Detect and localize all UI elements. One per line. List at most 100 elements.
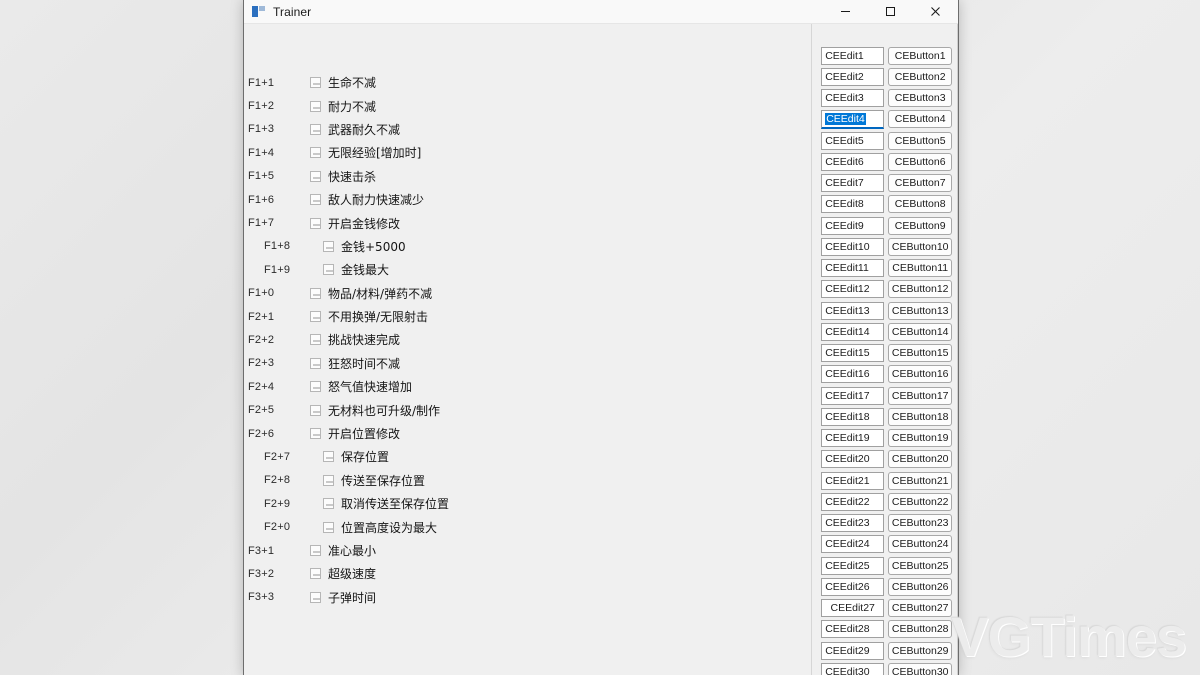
ce-edit-field[interactable]: CEEdit25 — [821, 556, 885, 575]
cheat-checkbox[interactable] — [310, 334, 321, 346]
cheat-row[interactable]: F2+1 不用换弹/无限射击 — [244, 305, 811, 328]
ce-edit-field[interactable]: CEEdit27 — [821, 599, 885, 618]
cheat-row[interactable]: F1+2 耐力不减 — [244, 94, 811, 117]
cheat-checkbox[interactable] — [310, 170, 321, 182]
cheat-row[interactable]: F2+2 挑战快速完成 — [244, 328, 811, 351]
cheat-row[interactable]: F2+4 怒气值快速增加 — [244, 375, 811, 398]
ce-button[interactable]: CEButton11 — [888, 259, 953, 278]
ce-edit-field[interactable]: CEEdit18 — [821, 407, 885, 426]
cheat-row[interactable]: F1+4 无限经验[增加时] — [244, 141, 811, 164]
ce-edit-field[interactable]: CEEdit12 — [821, 280, 885, 299]
cheat-checkbox[interactable] — [323, 451, 334, 463]
cheat-checkbox[interactable] — [310, 123, 321, 135]
cheat-row[interactable]: F1+0 物品/材料/弹药不减 — [244, 282, 811, 305]
minimize-button[interactable] — [823, 0, 868, 24]
cheat-checkbox[interactable] — [310, 357, 321, 369]
cheat-checkbox[interactable] — [310, 428, 321, 440]
ce-edit-field[interactable]: CEEdit8 — [821, 195, 885, 214]
ce-button[interactable]: CEButton19 — [888, 429, 953, 448]
cheat-row[interactable]: F2+7 保存位置 — [244, 445, 811, 468]
cheat-checkbox[interactable] — [310, 404, 321, 416]
ce-edit-field[interactable]: CEEdit19 — [821, 429, 885, 448]
ce-button[interactable]: CEButton6 — [888, 152, 953, 171]
ce-button[interactable]: CEButton20 — [888, 450, 953, 469]
ce-button[interactable]: CEButton12 — [888, 280, 953, 299]
ce-edit-field[interactable]: CEEdit29 — [821, 641, 885, 660]
cheat-checkbox[interactable] — [310, 381, 321, 393]
ce-button[interactable]: CEButton21 — [888, 471, 953, 490]
ce-button[interactable]: CEButton7 — [888, 174, 953, 193]
ce-button[interactable]: CEButton8 — [888, 195, 953, 214]
ce-button[interactable]: CEButton24 — [888, 535, 953, 554]
ce-button[interactable]: CEButton15 — [888, 344, 953, 363]
ce-edit-field[interactable]: CEEdit4 — [821, 109, 885, 129]
ce-edit-field[interactable]: CEEdit7 — [821, 174, 885, 193]
maximize-button[interactable] — [868, 0, 913, 24]
cheat-row[interactable]: F1+9 金钱最大 — [244, 258, 811, 281]
cheat-row[interactable]: F3+2 超级速度 — [244, 562, 811, 585]
cheat-checkbox[interactable] — [310, 147, 321, 159]
ce-button[interactable]: CEButton25 — [888, 556, 953, 575]
cheat-checkbox[interactable] — [310, 545, 321, 556]
cheat-checkbox[interactable] — [323, 474, 334, 486]
cheat-row[interactable]: F1+3 武器耐久不减 — [244, 118, 811, 141]
ce-edit-field[interactable]: CEEdit30 — [821, 662, 885, 675]
cheat-checkbox[interactable] — [310, 194, 321, 206]
ce-edit-field[interactable]: CEEdit20 — [821, 450, 885, 469]
cheat-checkbox[interactable] — [310, 591, 321, 603]
ce-edit-field[interactable]: CEEdit22 — [821, 492, 885, 511]
ce-button[interactable]: CEButton1 — [888, 46, 953, 65]
cheat-row[interactable]: F1+6 敌人耐力快速减少 — [244, 188, 811, 211]
cheat-row[interactable]: F3+1 准心最小 — [244, 539, 811, 562]
ce-edit-field[interactable]: CEEdit5 — [821, 131, 885, 150]
ce-edit-field[interactable]: CEEdit3 — [821, 89, 885, 108]
ce-button[interactable]: CEButton13 — [888, 301, 953, 320]
window-titlebar[interactable]: Trainer — [244, 0, 958, 24]
cheat-row[interactable]: F3+3 子弹时间 — [244, 586, 811, 609]
ce-button[interactable]: CEButton30 — [888, 662, 953, 675]
cheat-checkbox[interactable] — [323, 521, 334, 533]
ce-button[interactable]: CEButton28 — [888, 620, 953, 639]
ce-edit-field[interactable]: CEEdit2 — [821, 67, 885, 86]
ce-button[interactable]: CEButton17 — [888, 386, 953, 405]
ce-button[interactable]: CEButton26 — [888, 577, 953, 596]
cheat-checkbox[interactable] — [310, 568, 321, 580]
ce-button[interactable]: CEButton29 — [888, 641, 953, 660]
cheat-row[interactable]: F1+8 金钱+5000 — [244, 235, 811, 258]
ce-edit-field[interactable]: CEEdit24 — [821, 535, 885, 554]
cheat-checkbox[interactable] — [323, 240, 334, 252]
ce-button[interactable]: CEButton10 — [888, 237, 953, 256]
ce-edit-field[interactable]: CEEdit10 — [821, 237, 885, 256]
ce-edit-field[interactable]: CEEdit15 — [821, 344, 885, 363]
ce-button[interactable]: CEButton4 — [888, 110, 953, 129]
ce-edit-field[interactable]: CEEdit14 — [821, 322, 885, 341]
ce-button[interactable]: CEButton22 — [888, 492, 953, 511]
cheat-row[interactable]: F1+1 生命不减 — [244, 71, 811, 94]
cheat-checkbox[interactable] — [310, 311, 321, 323]
cheat-checkbox[interactable] — [323, 264, 334, 276]
cheat-checkbox[interactable] — [310, 100, 321, 112]
ce-edit-field[interactable]: CEEdit13 — [821, 301, 885, 320]
ce-edit-field[interactable]: CEEdit11 — [821, 259, 885, 278]
cheat-row[interactable]: F2+6 开启位置修改 — [244, 422, 811, 445]
cheat-row[interactable]: F2+8 传送至保存位置 — [244, 469, 811, 492]
cheat-checkbox[interactable] — [310, 77, 321, 89]
ce-edit-field[interactable]: CEEdit6 — [821, 152, 885, 171]
ce-button[interactable]: CEButton27 — [888, 599, 953, 618]
ce-edit-field[interactable]: CEEdit23 — [821, 514, 885, 533]
cheat-checkbox[interactable] — [310, 217, 321, 229]
ce-edit-field[interactable]: CEEdit28 — [821, 620, 885, 639]
cheat-row[interactable]: F1+5 快速击杀 — [244, 165, 811, 188]
ce-edit-field[interactable]: CEEdit16 — [821, 365, 885, 384]
ce-edit-field[interactable]: CEEdit1 — [821, 46, 885, 65]
cheat-checkbox[interactable] — [310, 287, 321, 299]
ce-button[interactable]: CEButton9 — [888, 216, 953, 235]
ce-edit-field[interactable]: CEEdit26 — [821, 577, 885, 596]
cheat-row[interactable]: F2+0 位置高度设为最大 — [244, 515, 811, 538]
cheat-row[interactable]: F1+7 开启金钱修改 — [244, 211, 811, 234]
cheat-row[interactable]: F2+3 狂怒时间不减 — [244, 352, 811, 375]
ce-edit-field[interactable]: CEEdit21 — [821, 471, 885, 490]
close-button[interactable] — [913, 0, 958, 24]
ce-button[interactable]: CEButton3 — [888, 89, 953, 108]
cheat-row[interactable]: F2+5 无材料也可升级/制作 — [244, 398, 811, 421]
